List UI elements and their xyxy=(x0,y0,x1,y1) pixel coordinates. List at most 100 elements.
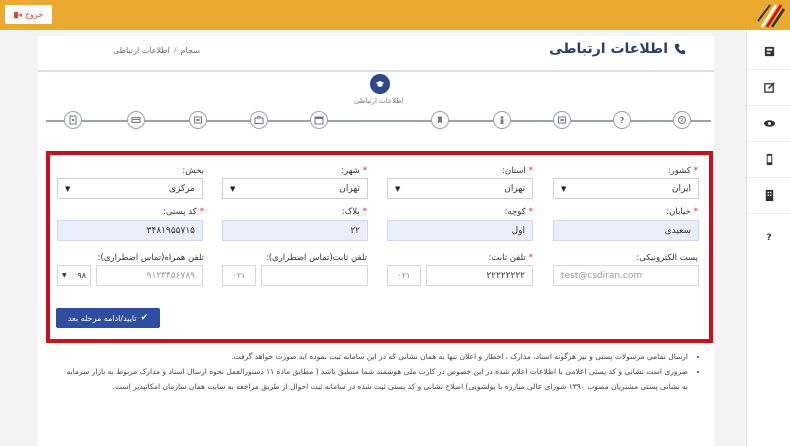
edit-icon xyxy=(763,82,775,93)
bookmark-icon xyxy=(438,116,442,124)
chevron-down-icon: ▼ xyxy=(230,184,236,193)
emergency-mobile-label: تلفن همراه(تماس اضطراری): xyxy=(97,253,204,263)
step-help[interactable]: ? xyxy=(613,111,631,129)
breadcrumb: سجام / اطلاعات ارتباطی xyxy=(113,46,200,55)
emergency-landline-input[interactable] xyxy=(261,265,368,286)
briefcase-icon xyxy=(254,116,264,124)
header-divider xyxy=(38,70,714,72)
notes-list: ارسال تمامی مرسولات پستی و نیز هرگونه اس… xyxy=(64,349,700,394)
note-item: ارسال تمامی مرسولات پستی و نیز هرگونه اس… xyxy=(64,349,688,364)
country-code-select[interactable]: ▼ ۹۸ xyxy=(57,265,91,286)
emergency-landline-prefix[interactable]: ۰۲۱ xyxy=(222,265,256,286)
email-label: پست الکترونیکی: xyxy=(636,253,698,263)
sidebar-item-mobile[interactable] xyxy=(747,142,790,178)
district-label: بخش: xyxy=(182,166,204,176)
eye-icon xyxy=(763,120,775,127)
step-documents[interactable] xyxy=(64,111,82,129)
plaque-label: *پلاک: xyxy=(341,207,367,217)
city-label: *شهر: xyxy=(341,166,367,176)
landline-input[interactable]: ۲۲۲۲۲۲۲۲ xyxy=(426,265,533,286)
country-value: ایران xyxy=(671,183,691,194)
postal-code-label: *کد پستی: xyxy=(163,207,204,217)
country-label: *کشور: xyxy=(667,166,698,176)
street-label: *خیابان: xyxy=(666,207,698,217)
province-label: *استان: xyxy=(501,166,533,176)
breadcrumb-separator: / xyxy=(173,46,177,55)
chevron-down-icon: ▼ xyxy=(65,184,71,193)
page-title: اطلاعات ارتباطی xyxy=(549,41,686,57)
stepper-active-label: اطلاعات ارتباطی xyxy=(354,97,404,105)
sidebar-item-building[interactable] xyxy=(747,178,790,214)
city-select[interactable]: تهران ▼ xyxy=(222,178,368,199)
alley-label: *کوچه: xyxy=(504,207,533,217)
sidebar-item-edit[interactable] xyxy=(747,70,790,106)
submit-next-label: تایید/ادامه مرحله بعد xyxy=(67,313,137,323)
person-icon xyxy=(500,116,504,124)
calendar-icon xyxy=(314,116,324,125)
landline-value: ۲۲۲۲۲۲۲۲ xyxy=(486,270,525,281)
step-identity[interactable] xyxy=(553,111,571,129)
frame-icon xyxy=(558,116,566,124)
page-title-text: اطلاعات ارتباطی xyxy=(549,41,668,57)
alley-value: اول xyxy=(511,225,525,236)
phone-icon xyxy=(674,43,686,55)
graduation-cap-icon xyxy=(375,81,385,87)
sidebar-item-view[interactable] xyxy=(747,106,790,142)
postal-code-input[interactable]: ۳۴۸۱۹۵۵۷۱۵ xyxy=(57,220,203,241)
screen-icon xyxy=(194,116,202,124)
card-icon xyxy=(131,117,141,123)
emergency-mobile-input[interactable]: ۹۱۲۳۴۵۶۷۸۹ xyxy=(96,265,203,286)
street-value: سعیدی xyxy=(664,225,691,236)
step-bookmark[interactable] xyxy=(431,111,449,129)
sidebar-item-profile[interactable] xyxy=(747,34,790,70)
submit-next-button[interactable]: ✔ تایید/ادامه مرحله بعد xyxy=(56,308,160,328)
email-placeholder: test@csdiran.com xyxy=(561,270,643,281)
plaque-value: ۲۲ xyxy=(350,225,360,236)
document-icon xyxy=(69,115,77,125)
chevron-down-icon: ▼ xyxy=(395,184,401,193)
sidebar-item-help[interactable]: ? xyxy=(747,220,790,256)
top-bar: خروج xyxy=(0,0,790,30)
exit-button[interactable]: خروج xyxy=(5,5,52,24)
district-value: مرکزی xyxy=(168,183,195,194)
province-value: تهران xyxy=(504,183,525,194)
step-person[interactable] xyxy=(493,111,511,129)
country-select[interactable]: ایران ▼ xyxy=(553,178,699,199)
check-icon: ✔ xyxy=(140,313,149,323)
svg-text:R: R xyxy=(680,118,684,124)
step-calendar[interactable] xyxy=(310,111,328,129)
alley-input[interactable]: اول xyxy=(387,220,533,241)
step-bank[interactable] xyxy=(127,111,145,129)
emergency-landline-label: تلفن ثابت(تماس اضطراری): xyxy=(265,253,367,263)
city-value: تهران xyxy=(339,183,360,194)
mobile-icon xyxy=(766,153,772,166)
sidebar: ? xyxy=(746,30,790,446)
app-logo xyxy=(756,1,786,29)
building-icon xyxy=(765,189,773,202)
note-item: ضروری است نشانی و کد پستی اعلامی با اطلا… xyxy=(64,364,688,394)
chevron-down-icon: ▼ xyxy=(62,272,67,279)
emergency-mobile-placeholder: ۹۱۲۳۴۵۶۷۸۹ xyxy=(146,270,195,281)
plaque-input[interactable]: ۲۲ xyxy=(222,220,368,241)
breadcrumb-current: اطلاعات ارتباطی xyxy=(113,46,170,55)
step-contact-info[interactable] xyxy=(370,74,390,94)
exit-icon xyxy=(13,11,22,18)
stepper-track xyxy=(46,120,711,122)
postal-code-value: ۳۴۸۱۹۵۵۷۱۵ xyxy=(146,225,195,236)
question-icon: ? xyxy=(619,115,625,125)
question-icon: ? xyxy=(766,233,772,243)
id-card-icon xyxy=(764,46,774,57)
registered-icon: R xyxy=(678,116,686,124)
district-select[interactable]: مرکزی ▼ xyxy=(57,178,203,199)
street-input[interactable]: سعیدی xyxy=(553,220,699,241)
province-select[interactable]: تهران ▼ xyxy=(387,178,533,199)
exit-label: خروج xyxy=(24,10,44,19)
step-job[interactable] xyxy=(250,111,268,129)
step-financial[interactable] xyxy=(189,111,207,129)
step-registration[interactable]: R xyxy=(673,111,691,129)
landline-prefix[interactable]: ۰۲۱ xyxy=(387,265,421,286)
email-input[interactable]: test@csdiran.com xyxy=(553,265,699,286)
chevron-down-icon: ▼ xyxy=(561,184,567,193)
landline-label: *تلفن ثابت: xyxy=(488,253,533,263)
breadcrumb-home[interactable]: سجام xyxy=(181,46,200,55)
